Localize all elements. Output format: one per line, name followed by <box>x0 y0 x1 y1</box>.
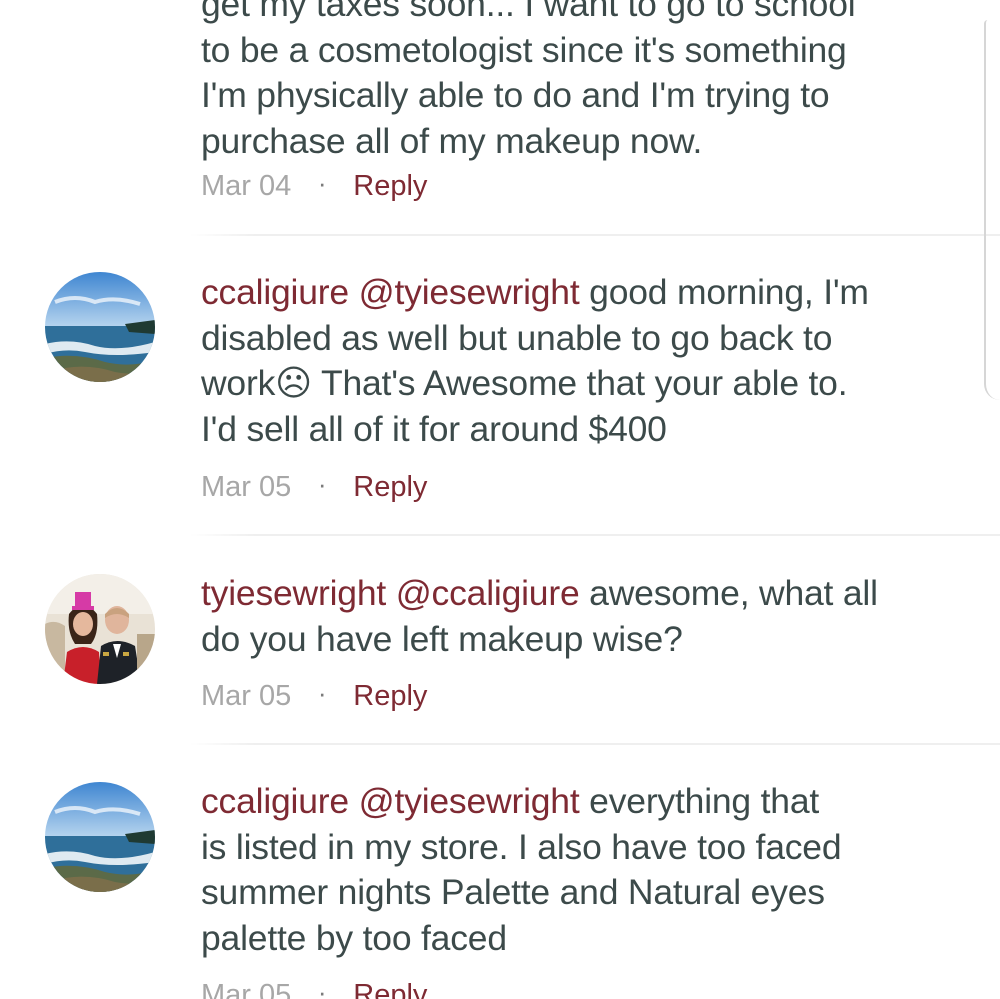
comment-text-line: get my taxes soon... I want to go to sch… <box>201 0 856 24</box>
comment-date: Mar 05 <box>201 680 292 712</box>
comment-text-line: to be a cosmetologist since it's somethi… <box>201 29 847 70</box>
comment-divider <box>190 234 1000 236</box>
separator-dot: · <box>317 168 327 198</box>
comment-date: Mar 05 <box>201 979 292 999</box>
separator-dot: · <box>317 469 327 499</box>
separator-dot: · <box>317 678 327 708</box>
comment-date: Mar 04 <box>201 170 292 202</box>
comment-mention[interactable]: @ccaligiure <box>396 573 580 613</box>
comment-text: ccaligiure @tyiesewright good morning, I… <box>201 270 961 452</box>
ocean-coast-photo-icon <box>45 782 155 892</box>
screen-edge-curve <box>984 20 1000 400</box>
avatar[interactable] <box>45 782 155 892</box>
comment-divider <box>190 743 1000 745</box>
comment-text-line: is listed in my store. I also have too f… <box>201 826 842 867</box>
comment-mention[interactable]: @tyiesewright <box>359 272 580 312</box>
comment-text-line: I'd sell all of it for around $400 <box>201 408 667 449</box>
comment-text-line: palette by too faced <box>201 917 507 958</box>
comment-username[interactable]: ccaligiure <box>201 781 349 821</box>
ocean-coast-photo-icon <box>45 272 155 382</box>
reply-button[interactable]: Reply <box>353 680 427 712</box>
comment-divider <box>190 534 1000 536</box>
comment-meta: Mar 04 · Reply <box>201 166 427 206</box>
comment-username[interactable]: tyiesewright <box>201 573 386 613</box>
comment-text-line: disabled as well but unable to go back t… <box>201 317 833 358</box>
comment-text-line: good morning, I'm <box>579 272 869 312</box>
reply-button[interactable]: Reply <box>353 471 427 503</box>
comment-text-line: do you have left makeup wise? <box>201 618 683 659</box>
comment-text-line: awesome, what all <box>579 573 878 613</box>
comment-text-line: I'm physically able to do and I'm trying… <box>201 75 830 116</box>
comment-meta: Mar 05 · Reply <box>201 676 427 716</box>
comment-text-line: summer nights Palette and Natural eyes <box>201 872 825 913</box>
couple-photo-icon <box>45 574 155 684</box>
comment-text-line: That's Awesome that your able to. <box>311 363 848 404</box>
comment-text: ccaligiure @tyiesewright everything that… <box>201 779 961 961</box>
comment-meta: Mar 05 · Reply <box>201 467 427 507</box>
comment-text-line: purchase all of my makeup now. <box>201 120 703 161</box>
avatar[interactable] <box>45 574 155 684</box>
comment-meta: Mar 05 · Reply <box>201 975 427 999</box>
comment-text-line: everything that <box>579 781 820 821</box>
comment-text: tyiesewright @ccaligiure awesome, what a… <box>201 571 961 662</box>
comment-date: Mar 05 <box>201 471 292 503</box>
comment-username[interactable]: ccaligiure <box>201 272 349 312</box>
comment-text-line: work <box>201 363 276 404</box>
reply-button[interactable]: Reply <box>353 170 427 202</box>
separator-dot: · <box>317 977 327 999</box>
comment-text: get my taxes soon... I want to go to sch… <box>201 0 961 164</box>
frown-emoji-icon: ☹ <box>275 363 312 404</box>
avatar[interactable] <box>45 272 155 382</box>
reply-button[interactable]: Reply <box>353 979 427 999</box>
comment-mention[interactable]: @tyiesewright <box>359 781 580 821</box>
